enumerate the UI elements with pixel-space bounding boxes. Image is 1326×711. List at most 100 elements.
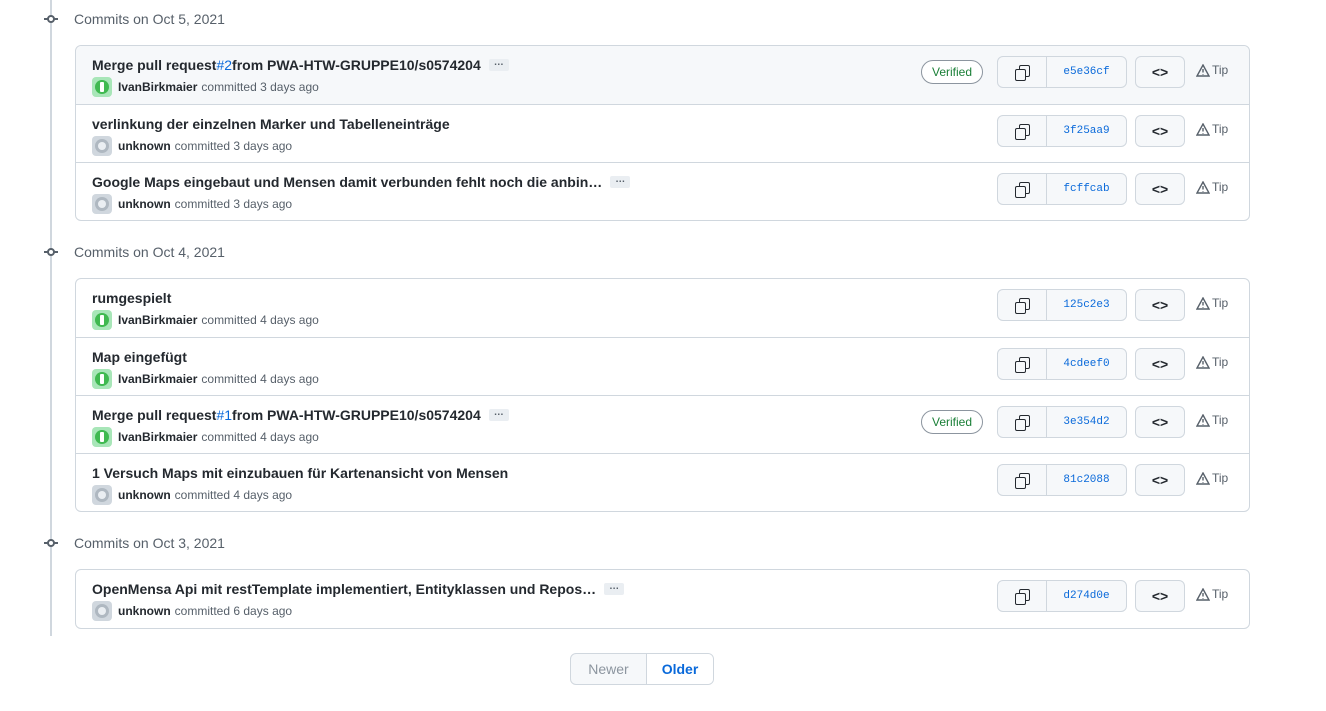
author-link[interactable]: IvanBirkmaier [118,430,197,444]
author-link[interactable]: unknown [118,488,171,502]
group-title: Commits on Oct 4, 2021 [74,244,225,260]
commit-meta: unknown committed 3 days ago [92,136,292,156]
author-link[interactable]: unknown [118,604,171,618]
avatar[interactable] [92,194,112,214]
commit-message-link[interactable]: rumgespielt [92,290,171,306]
commit-message-link[interactable]: Google Maps eingebaut und Mensen damit v… [92,174,602,190]
older-button[interactable]: Older [647,654,713,684]
commit-list: OpenMensa Api mit restTemplate implement… [75,569,1250,629]
commit-message-link[interactable]: Map eingefügt [92,349,187,365]
expand-message-button[interactable]: … [488,58,509,71]
relative-time: 3 days ago [260,80,319,94]
author-link[interactable]: unknown [118,197,171,211]
commit-sha-link[interactable]: e5e36cf [1047,57,1126,87]
commit-row: verlinkung der einzelnen Marker und Tabe… [76,104,1249,162]
commit-sha-group: 125c2e3 [997,289,1127,321]
author-link[interactable]: unknown [118,139,171,153]
author-link[interactable]: IvanBirkmaier [118,372,197,386]
browse-repo-button[interactable]: <> [1135,580,1185,612]
browse-repo-button[interactable]: <> [1135,348,1185,380]
commit-message-link[interactable]: from PWA-HTW-GRUPPE10/s0574204 [232,57,481,73]
tip-link[interactable]: Tip [1196,63,1228,77]
tip-link[interactable]: Tip [1196,355,1228,369]
avatar[interactable] [92,310,112,330]
avatar[interactable] [92,369,112,389]
code-icon: <> [1151,472,1169,488]
alert-icon [1196,63,1210,77]
copy-sha-button[interactable] [998,290,1047,320]
pull-request-link[interactable]: #1 [216,407,232,423]
commit-message-link[interactable]: verlinkung der einzelnen Marker und Tabe… [92,116,450,132]
tip-label: Tip [1212,122,1229,136]
commit-sha-link[interactable]: 81c2088 [1047,465,1126,495]
commit-sha-link[interactable]: fcffcab [1047,174,1126,204]
commit-message-link[interactable]: Merge pull request [92,407,216,423]
tip-label: Tip [1212,63,1229,77]
commit-action: committed [201,430,257,444]
commit-sha-link[interactable]: 4cdeef0 [1047,349,1126,379]
alert-icon [1196,122,1210,136]
copy-sha-button[interactable] [998,465,1047,495]
commit-message-link[interactable]: from PWA-HTW-GRUPPE10/s0574204 [232,407,481,423]
avatar[interactable] [92,485,112,505]
commit-sha-link[interactable]: 125c2e3 [1047,290,1126,320]
expand-message-button[interactable]: … [604,582,625,595]
tip-link[interactable]: Tip [1196,413,1228,427]
tip-link[interactable]: Tip [1196,471,1228,485]
browse-repo-button[interactable]: <> [1135,289,1185,321]
commit-message-link[interactable]: OpenMensa Api mit restTemplate implement… [92,581,596,597]
copy-sha-button[interactable] [998,116,1047,146]
alert-icon [1196,180,1210,194]
commit-action: committed [174,488,231,502]
browse-repo-button[interactable]: <> [1135,115,1185,147]
verified-badge[interactable]: Verified [921,60,984,84]
copy-icon [1015,65,1030,81]
commit-action: committed [201,80,257,94]
copy-sha-button[interactable] [998,349,1047,379]
browse-repo-button[interactable]: <> [1135,406,1185,438]
browse-repo-button[interactable]: <> [1135,173,1185,205]
tip-label: Tip [1212,471,1229,485]
copy-sha-button[interactable] [998,407,1047,437]
relative-time: 3 days ago [233,139,293,153]
commit-sha-group: d274d0e [997,580,1127,612]
newer-button[interactable]: Newer [571,654,647,684]
pull-request-link[interactable]: #2 [216,57,232,73]
commit-node-icon [44,12,58,26]
copy-icon [1015,589,1030,605]
expand-message-button[interactable]: … [488,408,509,421]
commit-node-icon [44,536,58,550]
author-link[interactable]: IvanBirkmaier [118,313,197,327]
commit-sha-link[interactable]: d274d0e [1047,581,1126,611]
commit-message-link[interactable]: Merge pull request [92,57,216,73]
commit-meta: IvanBirkmaier committed 4 days ago [92,369,319,389]
verified-badge[interactable]: Verified [921,410,984,434]
commit-action: committed [174,197,231,211]
relative-time: 4 days ago [260,430,319,444]
commit-title: Google Maps eingebaut und Mensen damit v… [92,174,631,190]
author-link[interactable]: IvanBirkmaier [118,80,197,94]
tip-link[interactable]: Tip [1196,180,1228,194]
commit-row: Merge pull request #2 from PWA-HTW-GRUPP… [76,46,1249,104]
browse-repo-button[interactable]: <> [1135,56,1185,88]
tip-link[interactable]: Tip [1196,122,1228,136]
tip-label: Tip [1212,180,1229,194]
avatar[interactable] [92,136,112,156]
commit-list: rumgespielt IvanBirkmaier committed 4 days… [75,278,1250,512]
commit-list: Merge pull request #2 from PWA-HTW-GRUPP… [75,45,1250,221]
avatar[interactable] [92,601,112,621]
commit-group-header: Commits on Oct 3, 2021 [44,533,225,553]
tip-link[interactable]: Tip [1196,296,1228,310]
alert-icon [1196,587,1210,601]
commit-message-link[interactable]: 1 Versuch Maps mit einzubauen für Karten… [92,465,508,481]
copy-sha-button[interactable] [998,581,1047,611]
tip-link[interactable]: Tip [1196,587,1228,601]
copy-sha-button[interactable] [998,57,1047,87]
copy-sha-button[interactable] [998,174,1047,204]
avatar[interactable] [92,77,112,97]
commit-sha-link[interactable]: 3f25aa9 [1047,116,1126,146]
commit-sha-link[interactable]: 3e354d2 [1047,407,1126,437]
avatar[interactable] [92,427,112,447]
expand-message-button[interactable]: … [610,175,631,188]
browse-repo-button[interactable]: <> [1135,464,1185,496]
